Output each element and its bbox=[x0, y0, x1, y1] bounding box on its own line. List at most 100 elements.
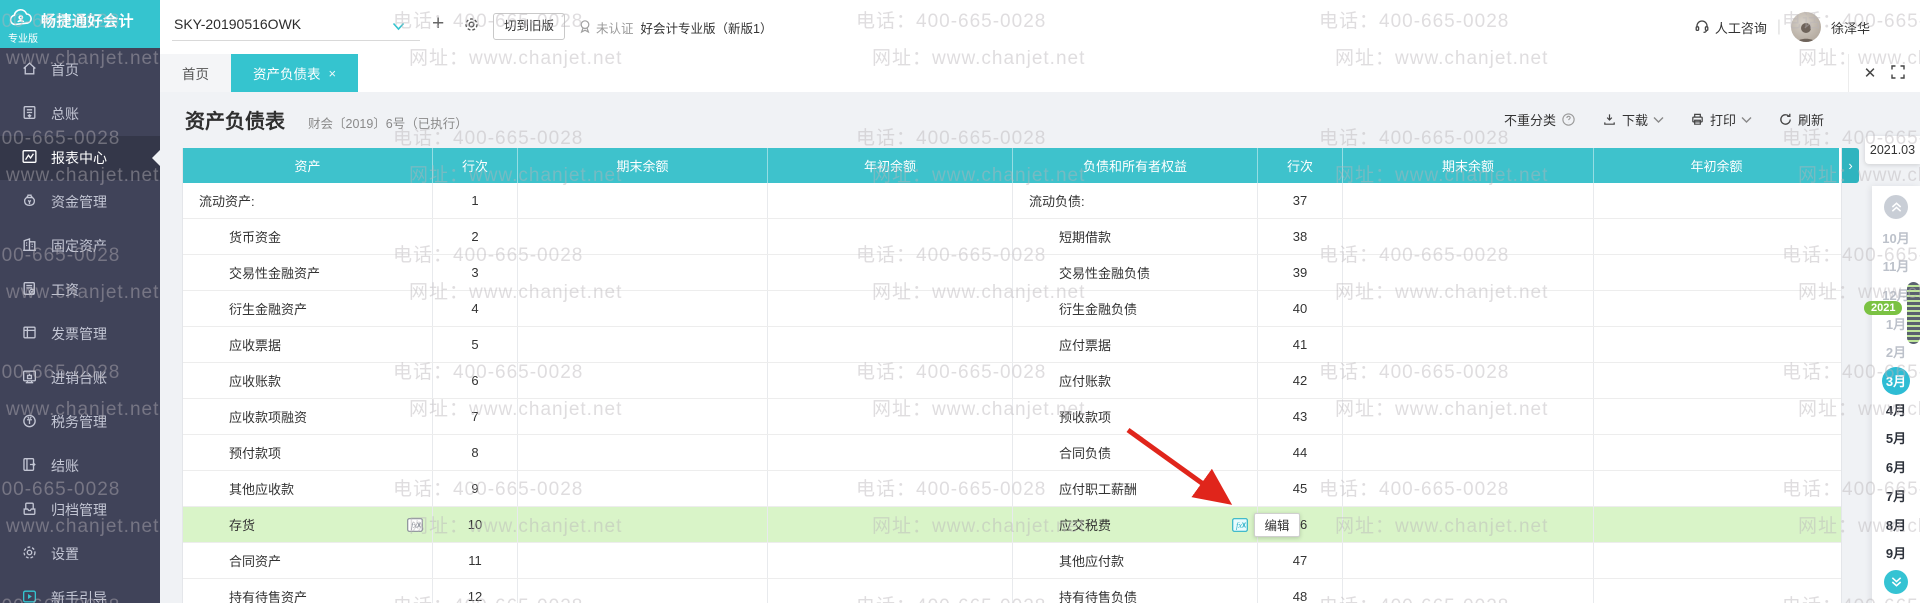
liability-name-cell[interactable]: 交易性金融负债 bbox=[1013, 255, 1258, 290]
asset-name-cell[interactable]: 其他应收款 bbox=[183, 471, 433, 506]
month-item[interactable]: 3月 bbox=[1872, 367, 1920, 395]
asset-closing-balance-cell[interactable] bbox=[518, 579, 768, 603]
asset-name-cell[interactable]: 应收票据 bbox=[183, 327, 433, 362]
asset-name-cell[interactable]: 交易性金融资产 bbox=[183, 255, 433, 290]
month-item[interactable]: 6月 bbox=[1872, 453, 1920, 481]
asset-closing-balance-cell[interactable] bbox=[518, 183, 768, 218]
edit-button[interactable]: 编辑 bbox=[1254, 513, 1300, 537]
asset-opening-balance-cell[interactable] bbox=[768, 399, 1013, 434]
question-circle-icon[interactable] bbox=[1561, 112, 1576, 127]
settings-gear-icon[interactable] bbox=[463, 16, 480, 38]
account-set-chevron-down-icon[interactable] bbox=[392, 18, 405, 36]
liability-opening-balance-cell[interactable] bbox=[1594, 255, 1839, 290]
refresh-button[interactable]: 刷新 bbox=[1778, 110, 1824, 129]
account-set-name[interactable]: SKY-20190516OWK bbox=[174, 16, 301, 32]
download-button[interactable]: 下载 bbox=[1602, 110, 1664, 129]
asset-name-cell[interactable]: 应收款项融资 bbox=[183, 399, 433, 434]
liability-closing-balance-cell[interactable] bbox=[1343, 219, 1594, 254]
liability-opening-balance-cell[interactable] bbox=[1594, 507, 1839, 542]
liability-opening-balance-cell[interactable] bbox=[1594, 435, 1839, 470]
support-button[interactable]: 人工咨询 bbox=[1694, 18, 1767, 37]
formula-fx-icon-active[interactable]: fx bbox=[1232, 518, 1248, 532]
asset-closing-balance-cell[interactable] bbox=[518, 399, 768, 434]
asset-closing-balance-cell[interactable] bbox=[518, 327, 768, 362]
print-button[interactable]: 打印 bbox=[1690, 110, 1752, 129]
month-scroll-up-icon[interactable] bbox=[1884, 195, 1908, 219]
asset-closing-balance-cell[interactable] bbox=[518, 291, 768, 326]
asset-opening-balance-cell[interactable] bbox=[768, 507, 1013, 542]
liability-name-cell[interactable]: 持有待售负债 bbox=[1013, 579, 1258, 603]
asset-name-cell[interactable]: 存货fx bbox=[183, 507, 433, 542]
asset-closing-balance-cell[interactable] bbox=[518, 255, 768, 290]
avatar[interactable] bbox=[1791, 12, 1821, 42]
liability-name-cell[interactable]: 短期借款 bbox=[1013, 219, 1258, 254]
certification-area[interactable]: 未认证 好会计专业版（新版1） bbox=[578, 18, 772, 37]
asset-closing-balance-cell[interactable] bbox=[518, 507, 768, 542]
liability-opening-balance-cell[interactable] bbox=[1594, 291, 1839, 326]
table-scroll-right-button[interactable]: › bbox=[1842, 148, 1859, 183]
liability-opening-balance-cell[interactable] bbox=[1594, 219, 1839, 254]
liability-opening-balance-cell[interactable] bbox=[1594, 327, 1839, 362]
asset-opening-balance-cell[interactable] bbox=[768, 219, 1013, 254]
user-name[interactable]: 徐泽华 bbox=[1831, 18, 1870, 37]
tab-close-icon[interactable]: × bbox=[329, 66, 337, 81]
asset-closing-balance-cell[interactable] bbox=[518, 543, 768, 578]
asset-name-cell[interactable]: 预付款项 bbox=[183, 435, 433, 470]
tab-balance-sheet[interactable]: 资产负债表× bbox=[231, 54, 358, 92]
liability-closing-balance-cell[interactable] bbox=[1343, 543, 1594, 578]
sidebar-item-general-ledger[interactable]: 总账 bbox=[0, 92, 160, 136]
asset-opening-balance-cell[interactable] bbox=[768, 543, 1013, 578]
liability-opening-balance-cell[interactable] bbox=[1594, 399, 1839, 434]
sidebar-item-funds[interactable]: 资金管理 bbox=[0, 180, 160, 224]
liability-name-cell[interactable]: 合同负债 bbox=[1013, 435, 1258, 470]
switch-old-version-button[interactable]: 切到旧版 bbox=[493, 13, 565, 40]
month-item[interactable]: 8月 bbox=[1872, 510, 1920, 538]
liability-closing-balance-cell[interactable] bbox=[1343, 435, 1594, 470]
liability-closing-balance-cell[interactable] bbox=[1343, 579, 1594, 603]
sidebar-item-report-center[interactable]: 报表中心 bbox=[0, 136, 160, 180]
formula-fx-icon[interactable]: fx bbox=[407, 518, 423, 532]
sidebar-item-archive[interactable]: 归档管理 bbox=[0, 488, 160, 532]
asset-closing-balance-cell[interactable] bbox=[518, 435, 768, 470]
liability-closing-balance-cell[interactable] bbox=[1343, 255, 1594, 290]
asset-opening-balance-cell[interactable] bbox=[768, 291, 1013, 326]
liability-name-cell[interactable]: 其他应付款 bbox=[1013, 543, 1258, 578]
liability-name-cell[interactable]: 应付账款 bbox=[1013, 363, 1258, 398]
asset-name-cell[interactable]: 持有待售资产 bbox=[183, 579, 433, 603]
sidebar-item-settings[interactable]: 设置 bbox=[0, 532, 160, 576]
liability-closing-balance-cell[interactable] bbox=[1343, 471, 1594, 506]
liability-name-cell[interactable]: 应付职工薪酬 bbox=[1013, 471, 1258, 506]
month-item[interactable]: 10月 bbox=[1872, 223, 1920, 251]
month-item[interactable]: 5月 bbox=[1872, 424, 1920, 452]
liability-name-cell[interactable]: 预收款项 bbox=[1013, 399, 1258, 434]
asset-opening-balance-cell[interactable] bbox=[768, 579, 1013, 603]
asset-opening-balance-cell[interactable] bbox=[768, 471, 1013, 506]
liability-opening-balance-cell[interactable] bbox=[1594, 363, 1839, 398]
sidebar-item-closing[interactable]: 结账 bbox=[0, 444, 160, 488]
asset-opening-balance-cell[interactable] bbox=[768, 183, 1013, 218]
new-account-set-button[interactable]: + bbox=[432, 13, 444, 34]
asset-name-cell[interactable]: 流动资产: bbox=[183, 183, 433, 218]
month-item[interactable]: 7月 bbox=[1872, 481, 1920, 509]
asset-closing-balance-cell[interactable] bbox=[518, 219, 768, 254]
month-item[interactable]: 11月 bbox=[1872, 252, 1920, 280]
liability-opening-balance-cell[interactable] bbox=[1594, 543, 1839, 578]
liability-name-cell[interactable]: 流动负债: bbox=[1013, 183, 1258, 218]
page-scrollbar-thumb[interactable] bbox=[1907, 282, 1920, 344]
liability-closing-balance-cell[interactable] bbox=[1343, 507, 1594, 542]
asset-name-cell[interactable]: 合同资产 bbox=[183, 543, 433, 578]
asset-opening-balance-cell[interactable] bbox=[768, 363, 1013, 398]
liability-closing-balance-cell[interactable] bbox=[1343, 363, 1594, 398]
asset-name-cell[interactable]: 应收账款 bbox=[183, 363, 433, 398]
no-reclassify-toggle[interactable]: 不重分类 bbox=[1504, 110, 1576, 129]
liability-name-cell[interactable]: 应交税费fx bbox=[1013, 507, 1258, 542]
asset-closing-balance-cell[interactable] bbox=[518, 363, 768, 398]
sidebar-item-fixed-assets[interactable]: 固定资产 bbox=[0, 224, 160, 268]
sidebar-item-guide[interactable]: 新手引导 bbox=[0, 576, 160, 603]
sidebar-item-inventory-ledger[interactable]: 进销台账 bbox=[0, 356, 160, 400]
asset-name-cell[interactable]: 货币资金 bbox=[183, 219, 433, 254]
asset-opening-balance-cell[interactable] bbox=[768, 435, 1013, 470]
sidebar-item-salary[interactable]: 工资 bbox=[0, 268, 160, 312]
liability-opening-balance-cell[interactable] bbox=[1594, 183, 1839, 218]
sidebar-item-tax[interactable]: 税务管理 bbox=[0, 400, 160, 444]
